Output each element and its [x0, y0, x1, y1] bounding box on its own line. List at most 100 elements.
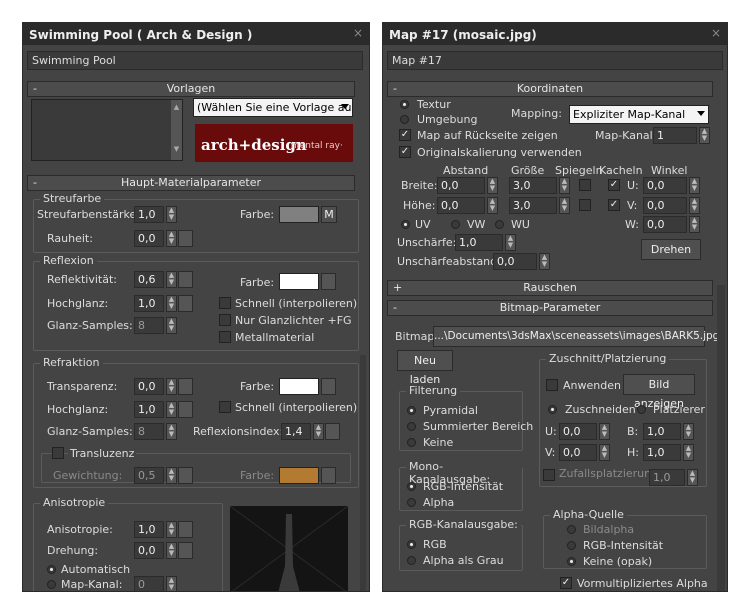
- crop-u-input[interactable]: 0,0: [559, 423, 597, 440]
- translucency-weight-input[interactable]: 0,5: [134, 467, 164, 484]
- fast-interpolate-checkbox[interactable]: [219, 297, 231, 309]
- v-mirror-checkbox[interactable]: [579, 199, 591, 211]
- place-radio[interactable]: [637, 405, 646, 414]
- spinner-arrows[interactable]: ▲ ▼: [559, 177, 570, 194]
- spinner-arrows[interactable]: ▲ ▼: [166, 467, 177, 484]
- u-tile-checkbox[interactable]: ✓: [608, 179, 620, 191]
- blur-input[interactable]: 1,0: [455, 234, 503, 251]
- spinner-arrows[interactable]: ▲ ▼: [166, 378, 177, 395]
- spinner-arrows[interactable]: ▲ ▼: [166, 230, 177, 247]
- rollout-main-params[interactable]: - Haupt-Materialparameter: [27, 175, 355, 191]
- mono-rgb-intensity-radio[interactable]: [407, 482, 416, 491]
- reflection-samples-input[interactable]: 8: [134, 317, 164, 334]
- spinner-arrows[interactable]: ▲ ▼: [689, 216, 700, 233]
- ior-map-button[interactable]: [325, 423, 340, 440]
- spinner-arrows[interactable]: ▲ ▼: [539, 253, 550, 270]
- refraction-fast-checkbox[interactable]: [219, 401, 231, 413]
- blur-offset-input[interactable]: 0,0: [493, 253, 537, 270]
- spinner-arrows[interactable]: ▲ ▼: [166, 206, 177, 223]
- v-size-input[interactable]: 3,0: [509, 197, 557, 214]
- close-icon[interactable]: ×: [353, 26, 363, 40]
- spinner-arrows[interactable]: ▲ ▼: [599, 423, 610, 440]
- spinner-arrows[interactable]: ▲ ▼: [166, 576, 177, 591]
- backside-checkbox[interactable]: ✓: [399, 129, 411, 141]
- v-tile-checkbox[interactable]: ✓: [608, 199, 620, 211]
- summed-area-radio[interactable]: [407, 422, 416, 431]
- u-mirror-checkbox[interactable]: [579, 179, 591, 191]
- wu-radio[interactable]: [495, 220, 504, 229]
- view-image-button[interactable]: Bild anzeigen: [623, 374, 695, 410]
- roughness-map-button[interactable]: [178, 230, 193, 247]
- spinner-arrows[interactable]: ▲ ▼: [313, 423, 324, 440]
- glossiness-map-button[interactable]: [178, 295, 193, 312]
- translucency-weight-map-button[interactable]: [178, 467, 193, 484]
- transparency-map-button[interactable]: [178, 378, 193, 395]
- crop-v-input[interactable]: 0,0: [559, 444, 597, 461]
- pyramidal-radio[interactable]: [407, 406, 416, 415]
- bitmap-path-button[interactable]: ...\Documents\3dsMax\sceneassets\images\…: [433, 326, 719, 347]
- aniso-map-channel-input[interactable]: 0: [134, 576, 164, 591]
- w-angle-input[interactable]: 0,0: [643, 216, 687, 233]
- rgb-radio[interactable]: [407, 540, 416, 549]
- alpha-none-radio[interactable]: [567, 557, 576, 566]
- texture-radio[interactable]: [400, 100, 409, 109]
- refraction-glossiness-map-button[interactable]: [178, 401, 193, 418]
- rollout-noise[interactable]: + Rauschen: [387, 280, 713, 296]
- material-name-field[interactable]: Swimming Pool: [27, 51, 363, 70]
- diffuse-color-swatch[interactable]: [279, 206, 319, 223]
- apply-checkbox[interactable]: [546, 379, 558, 391]
- jitter-input[interactable]: 1,0: [649, 469, 685, 486]
- diffuse-map-button[interactable]: M: [321, 206, 337, 223]
- automatic-radio[interactable]: [47, 565, 56, 574]
- spinner-arrows[interactable]: ▲ ▼: [689, 177, 700, 194]
- v-offset-input[interactable]: 0,0: [437, 197, 485, 214]
- alpha-as-gray-radio[interactable]: [407, 556, 416, 565]
- template-dropdown[interactable]: (Wählen Sie eine Vorlage aus: [193, 98, 353, 117]
- panel-scrollbar[interactable]: [717, 285, 725, 591]
- diffuse-weight-input[interactable]: 1,0: [134, 206, 164, 223]
- rollout-bitmap-params[interactable]: - Bitmap-Parameter: [387, 300, 713, 316]
- spinner-arrows[interactable]: ▲ ▼: [166, 542, 177, 559]
- reflection-map-button[interactable]: [321, 273, 336, 290]
- spinner-arrows[interactable]: ▲ ▼: [683, 423, 694, 440]
- map-channel-input[interactable]: 1: [653, 127, 697, 144]
- crop-h-input[interactable]: 1,0: [643, 444, 681, 461]
- rotation-input[interactable]: 0,0: [134, 542, 164, 559]
- translucency-map-button[interactable]: [321, 467, 336, 484]
- spinner-arrows[interactable]: ▲ ▼: [505, 234, 516, 251]
- u-offset-input[interactable]: 0,0: [437, 177, 485, 194]
- mapping-dropdown[interactable]: Expliziter Map-Kanal: [569, 105, 709, 124]
- close-icon[interactable]: ×: [711, 26, 721, 40]
- refraction-glossiness-input[interactable]: 1,0: [134, 401, 164, 418]
- vw-radio[interactable]: [451, 220, 460, 229]
- metal-material-checkbox[interactable]: [219, 331, 231, 343]
- u-size-input[interactable]: 3,0: [509, 177, 557, 194]
- panel-scrollbar[interactable]: [360, 355, 366, 591]
- translucency-color-swatch[interactable]: [279, 467, 319, 484]
- no-filter-radio[interactable]: [407, 438, 416, 447]
- rollout-coordinates[interactable]: - Koordinaten: [387, 81, 713, 97]
- reflection-color-swatch[interactable]: [279, 273, 319, 290]
- spinner-arrows[interactable]: ▲ ▼: [487, 197, 498, 214]
- reload-button[interactable]: Neu laden: [397, 350, 453, 386]
- refraction-color-swatch[interactable]: [279, 378, 319, 395]
- uv-radio[interactable]: [401, 220, 410, 229]
- refraction-samples-input[interactable]: 8: [134, 423, 164, 440]
- jitter-checkbox[interactable]: [543, 469, 555, 481]
- spinner-arrows[interactable]: ▲ ▼: [166, 295, 177, 312]
- transparency-input[interactable]: 0,0: [134, 378, 164, 395]
- spinner-arrows[interactable]: ▲ ▼: [559, 197, 570, 214]
- environment-radio[interactable]: [400, 115, 409, 124]
- real-scale-checkbox[interactable]: ✓: [399, 146, 411, 158]
- anisotropy-map-button[interactable]: [178, 521, 193, 538]
- spinner-arrows[interactable]: ▲ ▼: [166, 423, 177, 440]
- spinner-arrows[interactable]: ▲ ▼: [166, 317, 177, 334]
- spinner-arrows[interactable]: ▲ ▼: [487, 177, 498, 194]
- reflection-glossiness-input[interactable]: 1,0: [134, 295, 164, 312]
- spinner-arrows[interactable]: ▲ ▼: [166, 401, 177, 418]
- crop-w-input[interactable]: 1,0: [643, 423, 681, 440]
- rollout-templates[interactable]: - Vorlagen: [27, 81, 355, 97]
- mono-alpha-radio[interactable]: [407, 498, 416, 507]
- spinner-arrows[interactable]: ▲ ▼: [687, 469, 698, 486]
- spinner-arrows[interactable]: ▲ ▼: [689, 197, 700, 214]
